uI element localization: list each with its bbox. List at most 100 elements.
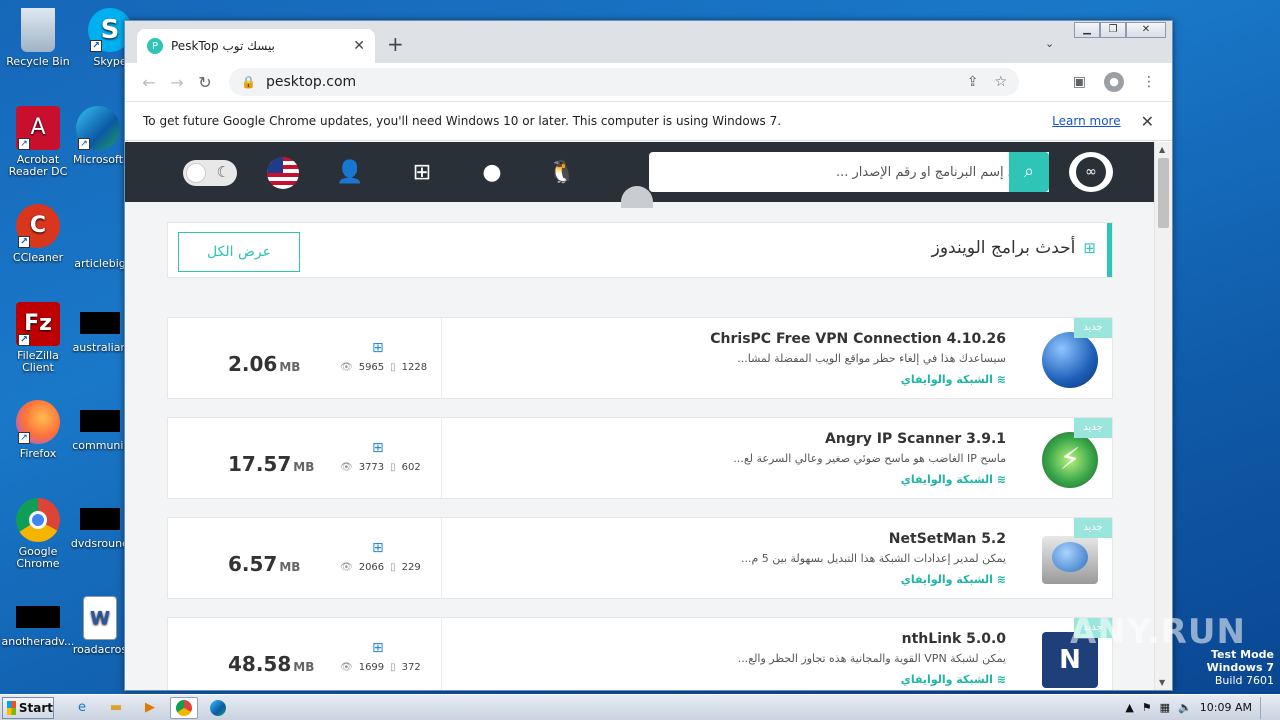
scrollbar-thumb[interactable]	[1158, 158, 1169, 228]
restore-button[interactable]: ❐	[1100, 22, 1126, 38]
file-thumbnail	[16, 606, 60, 628]
tab-strip: P PeskTop بيسك توب ✕ + ⌄ ▁ ❐ ✕	[125, 21, 1172, 63]
infobar-message: To get future Google Chrome updates, you…	[143, 114, 782, 128]
views-count: 2066	[358, 562, 385, 573]
size-box: ⊞ 👁 1699 ▯ 372 48.58 MB	[168, 618, 442, 690]
windows-icon: ⊞	[372, 440, 384, 456]
explorer-taskbar-icon[interactable]: ▬	[102, 697, 130, 719]
file-thumbnail	[80, 508, 120, 530]
scroll-up-arrow-icon[interactable]: ▲	[1159, 145, 1165, 154]
start-button[interactable]: Start	[2, 696, 54, 719]
desktop-icon-label: Recycle Bin	[6, 55, 70, 68]
file-thumbnail	[80, 410, 120, 432]
tray-expand-icon[interactable]: ▲	[1125, 701, 1133, 714]
us-flag-icon[interactable]	[267, 157, 299, 189]
dark-mode-toggle[interactable]: ☾	[183, 160, 237, 186]
acrobat-icon: A ↗	[16, 106, 60, 150]
wifi-icon: ≋	[992, 473, 1006, 486]
new-badge: جديد	[1074, 318, 1112, 338]
moon-icon: ☾	[216, 163, 230, 181]
software-card[interactable]: ⊞ 👁 2066 ▯ 229 6.57 MB NetSetMan 5.2 يمكن ل…	[167, 517, 1113, 599]
views-eye-icon: 👁	[340, 562, 353, 573]
download-icon: ▯	[390, 562, 396, 573]
show-desktop-button[interactable]	[1260, 696, 1270, 719]
profile-avatar-icon[interactable]: ●	[1104, 72, 1124, 92]
new-tab-button[interactable]: +	[387, 34, 404, 54]
windows-icon: ⊞	[372, 340, 384, 356]
shortcut-arrow-icon: ↗	[78, 138, 90, 150]
software-name[interactable]: Angry IP Scanner 3.9.1	[825, 431, 1006, 447]
file-size: 2.06 MB	[228, 352, 301, 376]
tab-close-icon[interactable]: ✕	[353, 38, 365, 54]
anyrun-watermark: ANY.RUN	[1070, 612, 1246, 652]
shortcut-arrow-icon: ↗	[90, 40, 102, 52]
accent-bar	[1107, 223, 1112, 277]
file-thumbnail	[80, 214, 120, 236]
category-link[interactable]: ≋ الشبكة والوايفاي	[901, 573, 1006, 586]
firefox-icon: ↗	[16, 400, 60, 444]
size-box: ⊞ 👁 5965 ▯ 1228 2.06 MB	[168, 318, 442, 398]
tab-pesktop[interactable]: P PeskTop بيسك توب ✕	[137, 29, 375, 63]
volume-icon[interactable]: 🔈	[1178, 701, 1192, 714]
address-bar[interactable]: 🔒 pesktop.com ⇪ ☆	[229, 68, 1019, 96]
media-player-taskbar-icon[interactable]: ▶	[136, 697, 164, 719]
window-controls: ▁ ❐ ✕	[1074, 22, 1166, 38]
browser-toolbar: ← → ↻ 🔒 pesktop.com ⇪ ☆ ▣ ● ⋮	[125, 63, 1172, 101]
edge-taskbar-icon[interactable]	[204, 697, 232, 719]
download-icon: ▯	[390, 662, 396, 673]
software-name[interactable]: NetSetMan 5.2	[889, 531, 1006, 547]
pesktop-logo-icon[interactable]: ∞	[1069, 152, 1113, 192]
tab-search-chevron-icon[interactable]: ⌄	[1045, 37, 1054, 50]
wifi-icon: ≋	[992, 373, 1006, 386]
search-icon[interactable]: ⌕	[1009, 152, 1049, 192]
clock[interactable]: 10:09 AM	[1200, 701, 1252, 714]
page-scrollbar[interactable]: ▲ ▼	[1154, 142, 1172, 690]
url-text: pesktop.com	[265, 74, 357, 90]
laptop-network-icon	[1042, 536, 1098, 584]
software-card[interactable]: ⊞ 👁 5965 ▯ 1228 2.06 MB ChrisPC Free VPN Co…	[167, 317, 1113, 399]
software-name[interactable]: ChrisPC Free VPN Connection 4.10.26	[710, 331, 1006, 347]
learn-more-link[interactable]: Learn more	[1052, 114, 1120, 128]
scroll-down-arrow-icon[interactable]: ▼	[1159, 678, 1165, 687]
windows-icon: ⊞	[372, 540, 384, 556]
software-card[interactable]: ⊞ 👁 3773 ▯ 602 17.57 MB Angry IP Scanner 3.…	[167, 417, 1113, 499]
ie-taskbar-icon[interactable]: e	[68, 697, 96, 719]
size-box: ⊞ 👁 2066 ▯ 229 6.57 MB	[168, 518, 442, 598]
software-description: يمكن لشبكة VPN القوية والمجانية هذه تجاو…	[737, 652, 1006, 665]
share-icon[interactable]: ⇪	[967, 74, 979, 90]
views-eye-icon: 👁	[340, 662, 353, 673]
downloads-count: 229	[401, 562, 421, 573]
site-search-input[interactable]	[649, 152, 1049, 192]
reload-icon[interactable]: ↻	[191, 73, 219, 92]
software-name[interactable]: nthLink 5.0.0	[902, 631, 1006, 647]
shortcut-arrow-icon: ↗	[18, 138, 30, 150]
site-search	[649, 152, 1049, 192]
chrome-menu-icon[interactable]: ⋮	[1142, 74, 1156, 90]
apple-icon[interactable]: ●	[477, 158, 507, 188]
windows-icon[interactable]: ⊞	[407, 158, 437, 188]
user-icon[interactable]: 👤	[335, 158, 365, 188]
desktop-icon-recycle-bin[interactable]: Recycle Bin	[0, 8, 76, 68]
linux-icon[interactable]: 🐧	[547, 158, 577, 188]
back-arrow-icon[interactable]: ←	[135, 73, 163, 92]
network-icon[interactable]: ▦	[1160, 701, 1170, 714]
tab-title: PeskTop بيسك توب	[171, 39, 275, 53]
category-link[interactable]: ≋ الشبكة والوايفاي	[901, 373, 1006, 386]
category-link[interactable]: ≋ الشبكة والوايفاي	[901, 473, 1006, 486]
window-close-button[interactable]: ✕	[1126, 22, 1166, 38]
software-card[interactable]: ⊞ 👁 1699 ▯ 372 48.58 MB nthLink 5.0.0 يمكن …	[167, 617, 1113, 690]
category-link[interactable]: ≋ الشبكة والوايفاي	[901, 673, 1006, 686]
chrome-taskbar-icon[interactable]	[170, 696, 198, 719]
action-center-flag-icon[interactable]: ⚑	[1142, 701, 1152, 714]
view-all-button[interactable]: عرض الكل	[178, 232, 300, 272]
toggle-knob	[186, 163, 206, 183]
file-size: 6.57 MB	[228, 552, 301, 576]
file-thumbnail	[80, 312, 120, 334]
infobar-close-icon[interactable]: ✕	[1141, 112, 1154, 131]
bookmark-star-icon[interactable]: ☆	[994, 74, 1007, 90]
minimize-button[interactable]: ▁	[1074, 22, 1100, 38]
side-panel-icon[interactable]: ▣	[1073, 74, 1086, 90]
forward-arrow-icon[interactable]: →	[163, 73, 191, 92]
views-count: 1699	[358, 662, 385, 673]
stats: 👁 1699 ▯ 372	[340, 662, 421, 673]
